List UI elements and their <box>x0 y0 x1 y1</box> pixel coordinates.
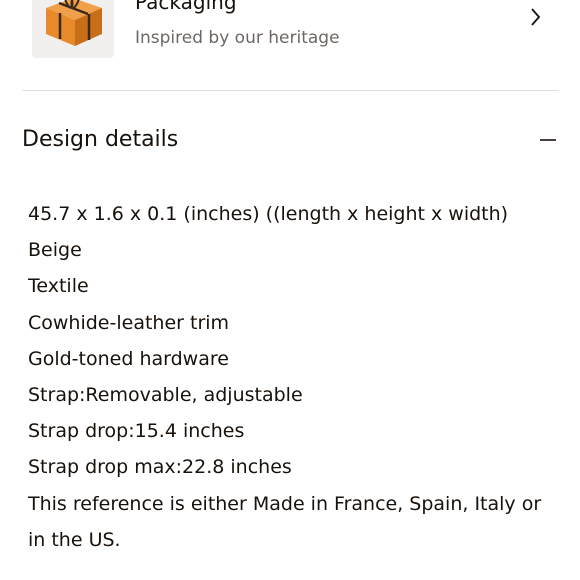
section-divider <box>22 90 559 91</box>
detail-material: Textile <box>28 275 89 298</box>
detail-strap-drop-max: Strap drop max:22.8 inches <box>28 456 292 479</box>
design-details-title: Design details <box>22 127 179 152</box>
design-details-list: 45.7 x 1.6 x 0.1 (inches) ((length x hei… <box>28 196 558 558</box>
design-details-header[interactable]: Design details <box>0 118 580 162</box>
detail-origin: This reference is either Made in France,… <box>28 492 542 551</box>
packaging-thumbnail <box>32 0 114 58</box>
packaging-row[interactable]: Packaging Inspired by our heritage <box>0 0 580 90</box>
orange-gift-box-icon <box>46 0 102 46</box>
packaging-subtitle: Inspired by our heritage <box>135 28 340 48</box>
detail-trim: Cowhide-leather trim <box>28 311 230 334</box>
detail-color: Beige <box>28 239 82 262</box>
detail-hardware: Gold-toned hardware <box>28 347 229 370</box>
chevron-right-icon[interactable] <box>527 6 543 28</box>
packaging-title: Packaging <box>135 0 237 14</box>
detail-dimensions: 45.7 x 1.6 x 0.1 (inches) ((length x hei… <box>28 203 509 225</box>
detail-strap-drop: Strap drop:15.4 inches <box>28 420 245 443</box>
detail-strap: Strap:Removable, adjustable <box>28 384 303 407</box>
minus-icon[interactable] <box>540 138 556 142</box>
